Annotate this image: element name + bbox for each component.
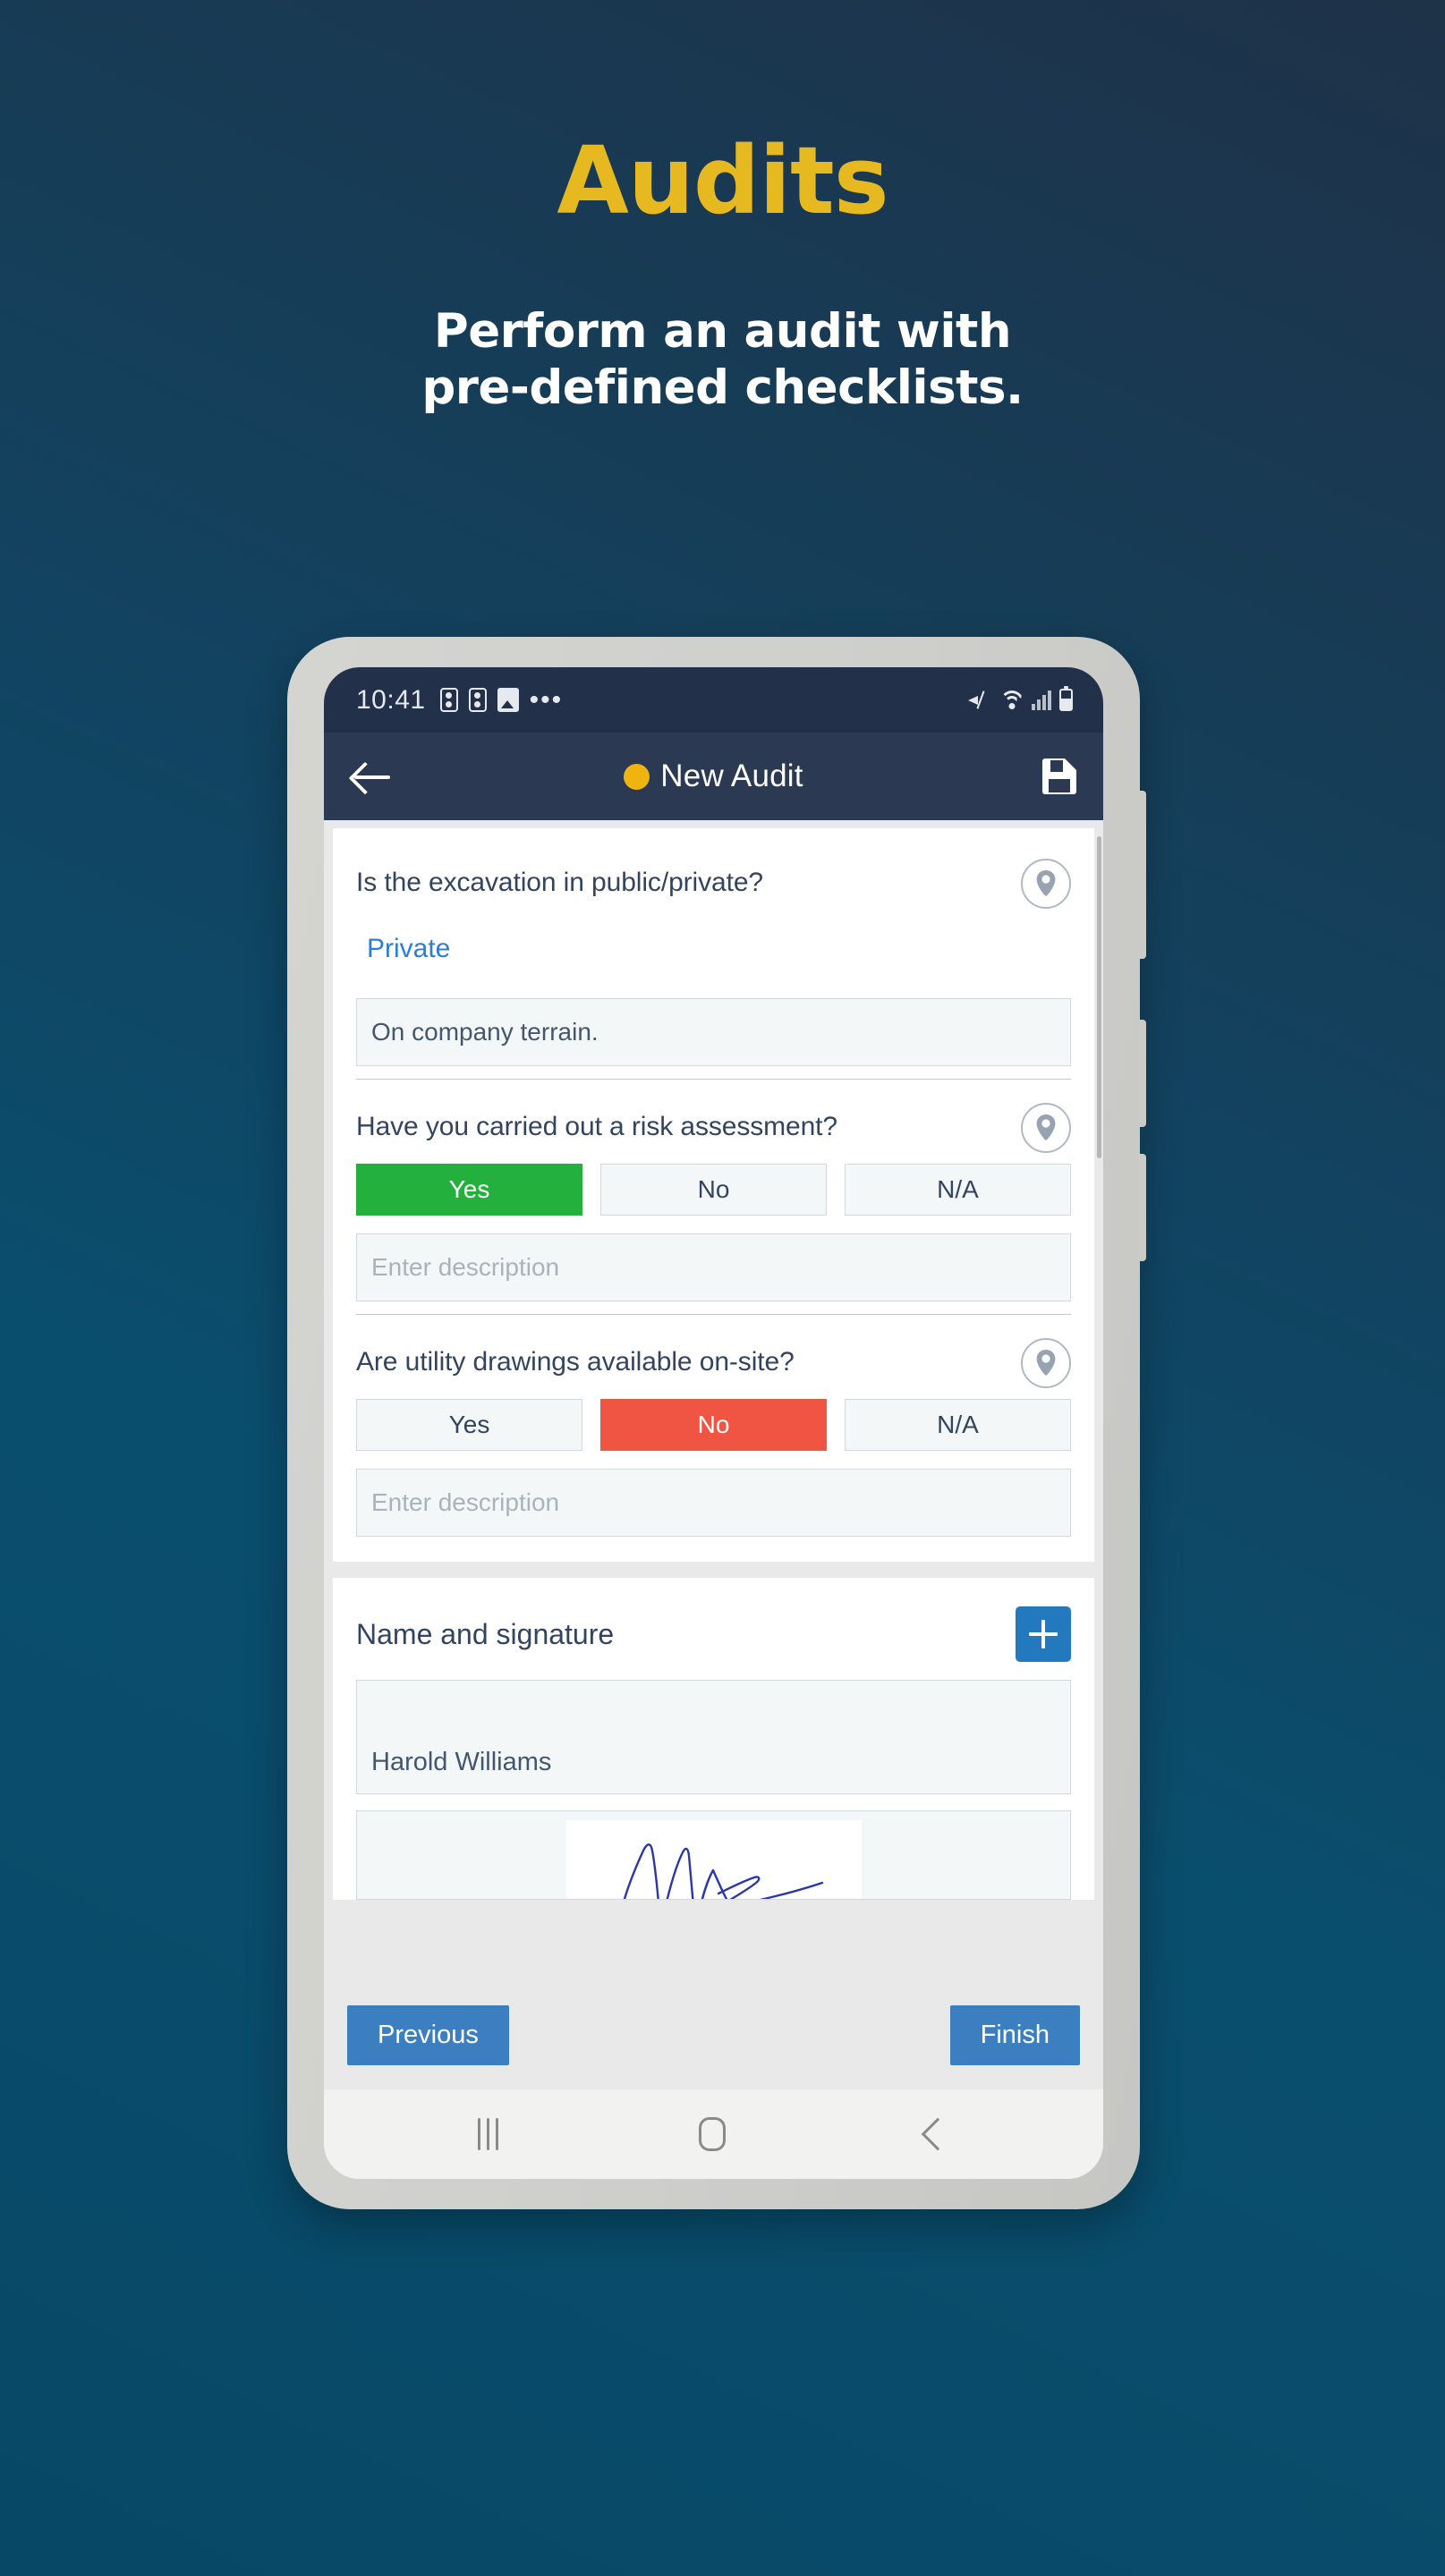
signer-name-field[interactable]: Harold Williams: [356, 1680, 1071, 1794]
signature-image: [565, 1820, 862, 1899]
question-header: Are utility drawings available on-site?: [356, 1338, 1071, 1394]
hero-section: Audits Perform an audit with pre-defined…: [0, 0, 1445, 416]
scrollbar-thumb[interactable]: [1097, 836, 1101, 1158]
audit-form-scroll-area[interactable]: Is the excavation in public/private? Pri…: [324, 820, 1103, 1980]
option-na-button[interactable]: N/A: [845, 1399, 1071, 1451]
status-bar-system-icons: [968, 686, 1073, 711]
location-pin-icon[interactable]: [1021, 859, 1071, 909]
question-header: Have you carried out a risk assessment?: [356, 1103, 1071, 1158]
app-bar-title-group: New Audit: [324, 758, 1103, 794]
question-description-field[interactable]: Enter description: [356, 1233, 1071, 1301]
question-answer-link[interactable]: Private: [356, 914, 461, 980]
signature-card: Name and signature Harold Williams: [333, 1578, 1094, 1900]
phone-screen: 10:41 ••• New Audit Is the excavation in…: [324, 667, 1103, 2179]
hero-subtitle: Perform an audit with pre-defined checkl…: [0, 304, 1445, 416]
scrollbar[interactable]: [1097, 820, 1101, 1980]
app-bar: New Audit: [324, 733, 1103, 820]
recents-icon[interactable]: [478, 2118, 498, 2150]
questions-card: Is the excavation in public/private? Pri…: [333, 828, 1094, 1562]
question-text: Is the excavation in public/private?: [356, 868, 763, 897]
back-icon[interactable]: [921, 2117, 955, 2151]
location-pin-icon[interactable]: [1021, 1103, 1071, 1153]
more-dots-icon: •••: [529, 684, 564, 715]
app-bar-title: New Audit: [660, 758, 803, 793]
yes-no-na-group: Yes No N/A: [356, 1399, 1071, 1451]
plus-icon[interactable]: [1016, 1606, 1071, 1662]
option-no-button[interactable]: No: [600, 1164, 827, 1216]
status-bar-notification-icons: •••: [439, 684, 564, 715]
android-navigation-bar: [324, 2089, 1103, 2179]
arrow-left-icon[interactable]: [351, 755, 394, 798]
hero-subtitle-line-1: Perform an audit with: [433, 304, 1012, 359]
signal-icon: [1032, 690, 1051, 710]
phone-mockup: 10:41 ••• New Audit Is the excavation in…: [287, 637, 1146, 2209]
signature-pad[interactable]: [356, 1810, 1071, 1900]
page-title: Audits: [557, 126, 888, 235]
battery-icon: [1059, 686, 1073, 711]
finish-button[interactable]: Finish: [949, 2004, 1080, 2065]
signature-section-title: Name and signature: [356, 1617, 615, 1650]
signature-card-header: Name and signature: [356, 1587, 1071, 1680]
form-navigation-bar: Previous Finish: [324, 1980, 1103, 2089]
phone-power-button[interactable]: [1138, 1020, 1146, 1127]
phone-volume-button[interactable]: [1138, 791, 1146, 959]
yes-no-na-group: Yes No N/A: [356, 1164, 1071, 1216]
phone-side-button[interactable]: [1138, 1154, 1146, 1261]
location-pin-icon[interactable]: [1021, 1338, 1071, 1388]
hero-subtitle-line-2: pre-defined checklists.: [421, 360, 1024, 415]
question-text: Have you carried out a risk assessment?: [356, 1112, 838, 1141]
question-block: Is the excavation in public/private? Pri…: [356, 835, 1071, 1080]
question-header: Is the excavation in public/private?: [356, 859, 1071, 914]
status-bar-clock: 10:41: [356, 684, 426, 715]
question-description-field[interactable]: Enter description: [356, 1469, 1071, 1537]
previous-button[interactable]: Previous: [347, 2004, 509, 2065]
status-badge: [624, 763, 650, 790]
option-yes-button[interactable]: Yes: [356, 1399, 582, 1451]
wifi-icon: [999, 690, 1024, 710]
question-block: Are utility drawings available on-site? …: [356, 1315, 1071, 1556]
save-floppy-icon[interactable]: [1042, 758, 1076, 794]
mute-icon: [968, 690, 991, 711]
image-icon: [497, 688, 519, 712]
option-yes-button[interactable]: Yes: [356, 1164, 582, 1216]
option-no-button[interactable]: No: [600, 1399, 827, 1451]
question-text: Are utility drawings available on-site?: [356, 1347, 795, 1377]
home-icon[interactable]: [699, 2117, 726, 2151]
question-block: Have you carried out a risk assessment? …: [356, 1080, 1071, 1315]
status-bar: 10:41 •••: [324, 667, 1103, 733]
app-icon: [439, 688, 458, 712]
app-icon: [468, 688, 487, 712]
option-na-button[interactable]: N/A: [845, 1164, 1071, 1216]
question-description-field[interactable]: On company terrain.: [356, 998, 1071, 1066]
